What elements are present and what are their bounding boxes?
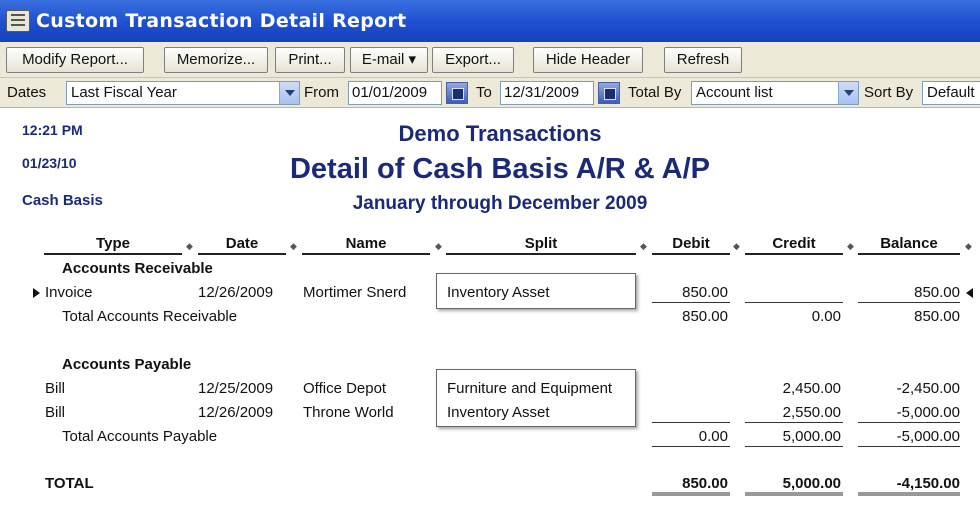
export-button[interactable]: Export... (432, 47, 514, 73)
divider (745, 302, 843, 303)
from-date-field[interactable]: 01/01/2009 (348, 81, 442, 105)
divider (745, 422, 843, 423)
calendar-icon[interactable] (598, 82, 620, 104)
column-resize-icon[interactable]: ◆ (733, 241, 740, 252)
report-title: Detail of Cash Basis A/R & A/P (289, 153, 711, 185)
grand-total-debit: 850.00 (682, 475, 728, 492)
double-underline (745, 492, 843, 496)
ap-row-split[interactable]: Furniture and Equipment (447, 380, 612, 397)
ap-row-date[interactable]: 12/26/2009 (198, 404, 273, 421)
ar-row-debit[interactable]: 850.00 (652, 284, 728, 301)
column-header-credit[interactable]: Credit (745, 235, 843, 255)
total-by-label: Total By (628, 84, 682, 101)
to-label: To (476, 84, 492, 101)
modify-report-button[interactable]: Modify Report... (6, 47, 144, 73)
column-header-name[interactable]: Name (302, 235, 430, 255)
dates-value: Last Fiscal Year (71, 84, 177, 101)
total-by-value: Account list (696, 84, 773, 101)
report-body: 12:21 PM 01/23/10 Cash Basis Demo Transa… (0, 109, 980, 512)
ap-row-balance[interactable]: -5,000.00 (858, 404, 960, 421)
grand-total-balance: -4,150.00 (896, 475, 960, 492)
dates-dropdown[interactable]: Last Fiscal Year (66, 81, 300, 105)
calendar-icon[interactable] (446, 82, 468, 104)
column-header-type[interactable]: Type (44, 235, 182, 255)
divider (652, 446, 730, 447)
ap-row-date[interactable]: 12/25/2009 (198, 380, 273, 397)
column-resize-icon[interactable]: ◆ (186, 241, 193, 252)
ap-row-name[interactable]: Office Depot (303, 380, 386, 397)
row-pointer-left-icon (966, 288, 973, 298)
report-period: January through December 2009 (352, 193, 648, 214)
ar-total-label: Total Accounts Receivable (62, 308, 238, 325)
column-header-debit[interactable]: Debit (652, 235, 730, 255)
title-bar: Custom Transaction Detail Report (0, 0, 980, 42)
ar-row-split[interactable]: Inventory Asset (447, 284, 550, 301)
report-toolbar: Modify Report... Memorize... Print... E-… (0, 42, 980, 78)
ap-row-credit[interactable]: 2,550.00 (745, 404, 841, 421)
column-header-date[interactable]: Date (198, 235, 286, 255)
refresh-button[interactable]: Refresh (664, 47, 742, 73)
double-underline (858, 492, 960, 496)
chevron-down-icon[interactable] (279, 82, 299, 104)
column-header-split[interactable]: Split (446, 235, 636, 255)
ar-row-name[interactable]: Mortimer Snerd (303, 284, 406, 301)
section-header-ap: Accounts Payable (62, 356, 192, 373)
chevron-down-icon[interactable] (838, 82, 858, 104)
ap-total-balance: -5,000.00 (896, 428, 960, 445)
divider (652, 302, 730, 303)
column-resize-icon[interactable]: ◆ (640, 241, 647, 252)
grand-total-label: TOTAL (45, 475, 94, 492)
column-resize-icon[interactable]: ◆ (290, 241, 297, 252)
ar-total-credit: 0.00 (811, 308, 841, 325)
ap-row-credit[interactable]: 2,450.00 (745, 380, 841, 397)
ar-row-type[interactable]: Invoice (45, 284, 93, 301)
ar-total-debit: 850.00 (682, 308, 728, 325)
ap-total-label: Total Accounts Payable (62, 428, 218, 445)
print-button[interactable]: Print... (275, 47, 345, 73)
grand-total-credit: 5,000.00 (782, 475, 841, 492)
column-resize-icon[interactable]: ◆ (435, 241, 442, 252)
row-pointer-right-icon (33, 288, 40, 298)
ar-row-balance[interactable]: 850.00 (858, 284, 960, 301)
ar-row-date[interactable]: 12/26/2009 (198, 284, 273, 301)
sort-by-dropdown[interactable]: Default (922, 81, 980, 105)
memorize-button[interactable]: Memorize... (164, 47, 268, 73)
ar-total-balance: 850.00 (914, 308, 960, 325)
sort-by-label: Sort By (864, 84, 914, 101)
window-title: Custom Transaction Detail Report (36, 10, 407, 32)
divider (745, 446, 843, 447)
column-resize-icon[interactable]: ◆ (847, 241, 854, 252)
column-header-balance[interactable]: Balance (858, 235, 960, 255)
report-app-icon (6, 10, 30, 32)
total-by-dropdown[interactable]: Account list (691, 81, 859, 105)
ap-row-type[interactable]: Bill (45, 404, 65, 421)
ap-total-debit: 0.00 (698, 428, 728, 445)
divider (858, 422, 960, 423)
email-button[interactable]: E-mail ▾ (350, 47, 428, 73)
dates-label: Dates (7, 84, 47, 101)
to-date-field[interactable]: 12/31/2009 (500, 81, 594, 105)
double-underline (652, 492, 730, 496)
ap-row-type[interactable]: Bill (45, 380, 65, 397)
divider (858, 446, 960, 447)
ap-row-name[interactable]: Throne World (303, 404, 394, 421)
section-header-ar: Accounts Receivable (62, 260, 213, 277)
filter-bar: Dates Last Fiscal Year From 01/01/2009 T… (0, 78, 980, 108)
ap-row-split[interactable]: Inventory Asset (447, 404, 550, 421)
divider (858, 302, 960, 303)
ap-total-credit: 5,000.00 (782, 428, 841, 445)
company-name: Demo Transactions (398, 121, 602, 146)
column-resize-icon[interactable]: ◆ (965, 241, 972, 252)
sort-by-value: Default (927, 84, 975, 101)
divider (652, 422, 730, 423)
hide-header-button[interactable]: Hide Header (533, 47, 643, 73)
ap-row-balance[interactable]: -2,450.00 (858, 380, 960, 397)
from-label: From (304, 84, 339, 101)
